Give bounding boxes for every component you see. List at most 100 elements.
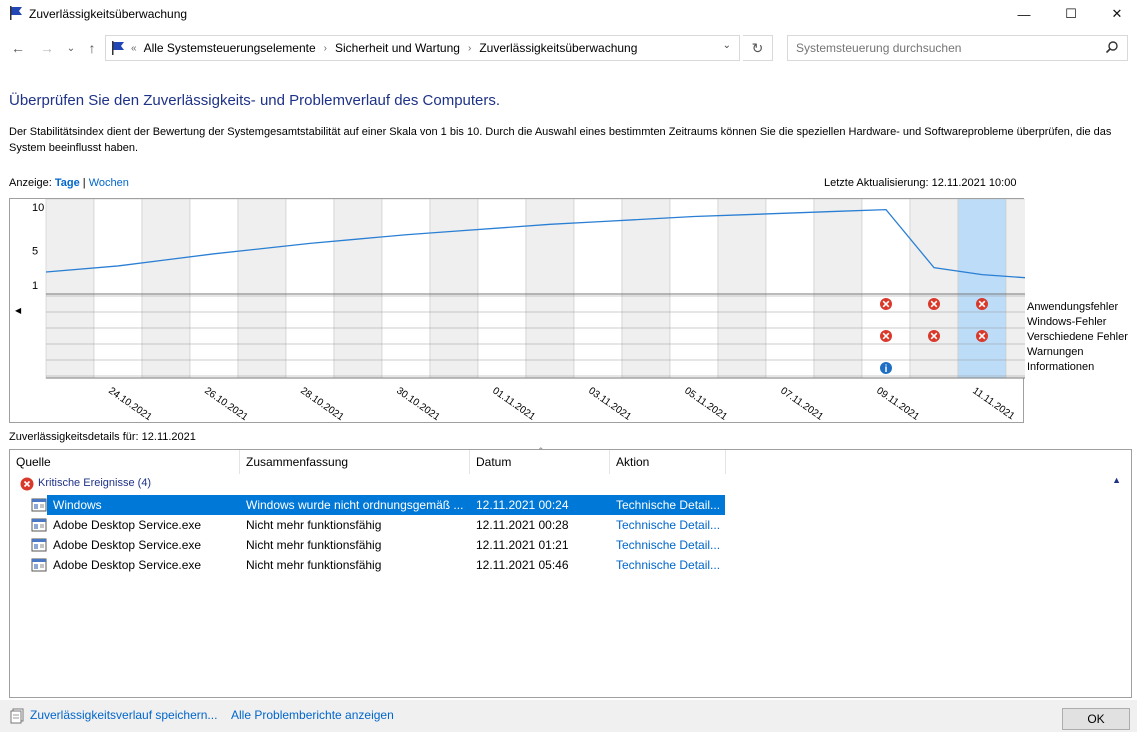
technical-details-link[interactable]: Technische Detail... — [610, 535, 726, 555]
chevron-down-icon[interactable]: ⌄ — [723, 40, 731, 51]
cell-source: Windows — [53, 498, 102, 512]
application-window-icon — [31, 558, 47, 572]
column-source[interactable]: Quelle — [10, 450, 240, 474]
breadcrumb-security[interactable]: Sicherheit und Wartung — [335, 41, 460, 55]
chart-day-column[interactable] — [765, 199, 815, 379]
details-table: Quelle Zusammenfassung Datum ⌃ Aktion Kr… — [9, 446, 1132, 698]
save-document-icon — [10, 708, 24, 724]
close-button[interactable]: ✕ — [1094, 0, 1137, 28]
chart-day-column[interactable] — [861, 199, 911, 379]
chart-day-column[interactable] — [429, 199, 479, 379]
view-label: Anzeige: — [9, 177, 52, 189]
search-input[interactable] — [796, 41, 1096, 55]
x-tick-label: 03.11.2021 — [586, 385, 633, 423]
address-bar[interactable]: « Alle Systemsteuerungselemente › Sicher… — [105, 35, 740, 61]
ok-button[interactable]: OK — [1062, 708, 1130, 730]
cell-source: Adobe Desktop Service.exe — [53, 538, 202, 552]
refresh-button[interactable]: ↻ — [743, 35, 773, 61]
x-tick-label: 26.10.2021 — [202, 385, 250, 423]
chart-day-column[interactable] — [717, 199, 767, 379]
chart-day-column[interactable] — [333, 199, 383, 379]
view-selector: Anzeige: Tage | Wochen — [9, 177, 129, 189]
x-tick-label: 05.11.2021 — [682, 385, 729, 423]
view-days-link[interactable]: Tage — [55, 177, 80, 189]
chevron-double-left-icon[interactable]: « — [131, 43, 137, 54]
chart-day-column[interactable] — [813, 199, 863, 379]
view-separator: | — [82, 177, 86, 189]
cell-date: 12.11.2021 00:28 — [476, 518, 569, 532]
technical-details-link[interactable]: Technische Detail... — [610, 555, 726, 575]
application-window-icon — [31, 538, 47, 552]
chart-day-column[interactable] — [237, 199, 287, 379]
chart-day-column[interactable] — [909, 199, 959, 379]
group-critical-events[interactable]: Kritische Ereignisse (4) ▲ — [10, 475, 1131, 493]
recent-locations-button[interactable]: ⌄ — [61, 38, 81, 58]
chart-day-column[interactable] — [189, 199, 239, 379]
cell-summary: Nicht mehr funktionsfähig — [246, 558, 382, 572]
technical-details-link[interactable]: Technische Detail... — [610, 495, 726, 515]
title-bar: Zuverlässigkeitsüberwachung — ☐ ✕ — [0, 0, 1137, 28]
navigation-bar: ← → ⌄ ↑ « Alle Systemsteuerungselemente … — [0, 30, 1137, 66]
chart-day-column[interactable] — [573, 199, 623, 379]
flag-icon — [112, 41, 124, 55]
x-tick-label: 11.11.2021 — [970, 385, 1016, 422]
search-icon[interactable] — [1105, 40, 1119, 54]
maximize-button[interactable]: ☐ — [1048, 0, 1094, 28]
chevron-up-icon[interactable]: ▲ — [1112, 475, 1121, 485]
cell-summary: Nicht mehr funktionsfähig — [246, 538, 382, 552]
x-tick-label: 30.10.2021 — [394, 385, 442, 423]
breadcrumb-separator-icon[interactable]: › — [324, 43, 327, 54]
window-title: Zuverlässigkeitsüberwachung — [29, 7, 188, 21]
table-row[interactable]: Windows Windows wurde nicht ordnungsgemäß… — [10, 495, 1131, 515]
breadcrumb-control-panel[interactable]: Alle Systemsteuerungselemente — [144, 41, 316, 55]
application-window-icon — [31, 498, 47, 512]
cell-source: Adobe Desktop Service.exe — [53, 518, 202, 532]
view-weeks-link[interactable]: Wochen — [89, 177, 129, 189]
sort-ascending-icon: ⌃ — [537, 446, 545, 456]
forward-button[interactable]: → — [37, 38, 57, 58]
minimize-button[interactable]: — — [1001, 0, 1047, 28]
column-summary[interactable]: Zusammenfassung — [240, 450, 470, 474]
chart-day-column[interactable] — [957, 199, 1007, 379]
refresh-icon: ↻ — [751, 39, 764, 56]
technical-details-link[interactable]: Technische Detail... — [610, 515, 726, 535]
info-event-glyph: i — [885, 364, 888, 375]
breadcrumb-reliability[interactable]: Zuverlässigkeitsüberwachung — [479, 41, 637, 55]
application-window-icon — [31, 518, 47, 532]
up-button[interactable]: ↑ — [82, 38, 102, 58]
breadcrumb-separator-icon[interactable]: › — [468, 43, 471, 54]
legend-warnings: Warnungen — [1027, 346, 1084, 358]
page-description: Der Stabilitätsindex dient der Bewertung… — [9, 126, 1112, 154]
stability-chart-svg[interactable]: 10 5 1 i 24.10.2021 26.10.2021 28.10.2021 30.10… — [10, 199, 1025, 424]
last-update: Letzte Aktualisierung: 12.11.2021 10:00 — [824, 177, 1017, 189]
cell-date: 12.11.2021 05:46 — [476, 558, 569, 572]
chart-day-column[interactable] — [381, 199, 431, 379]
table-row[interactable]: Adobe Desktop Service.exe Nicht mehr funk… — [10, 555, 1131, 575]
x-tick-label: 24.10.2021 — [106, 385, 154, 423]
cell-date: 12.11.2021 00:24 — [476, 498, 569, 512]
column-action[interactable]: Aktion — [610, 450, 726, 474]
show-reports-link[interactable]: Alle Problemberichte anzeigen — [231, 708, 394, 722]
cell-date: 12.11.2021 01:21 — [476, 538, 569, 552]
search-box[interactable] — [787, 35, 1128, 61]
chart-day-column[interactable] — [93, 199, 143, 379]
flag-icon — [10, 6, 22, 20]
y-tick-label: 1 — [32, 280, 38, 292]
table-row[interactable]: Adobe Desktop Service.exe Nicht mehr funk… — [10, 535, 1131, 555]
back-button[interactable]: ← — [8, 38, 28, 58]
chart-day-column[interactable] — [45, 199, 95, 379]
table-row[interactable]: Adobe Desktop Service.exe Nicht mehr funk… — [10, 515, 1131, 535]
chart-day-column[interactable] — [621, 199, 671, 379]
chart-day-column[interactable] — [477, 199, 527, 379]
x-tick-label: 07.11.2021 — [778, 385, 825, 423]
chart-day-column[interactable] — [1005, 199, 1025, 379]
error-icon — [20, 477, 34, 491]
save-history-link[interactable]: Zuverlässigkeitsverlauf speichern... — [30, 708, 217, 722]
chart-day-column[interactable] — [669, 199, 719, 379]
legend-windows-errors: Windows-Fehler — [1027, 316, 1107, 328]
y-tick-label: 10 — [32, 202, 44, 214]
cell-summary: Windows wurde nicht ordnungsgemäß ... — [246, 498, 464, 512]
chart-day-column[interactable] — [285, 199, 335, 379]
chart-day-column[interactable] — [141, 199, 191, 379]
stability-chart[interactable]: ◀ ▶ 1051i24.10.202126.10.202128.10.20213… — [9, 198, 1025, 424]
